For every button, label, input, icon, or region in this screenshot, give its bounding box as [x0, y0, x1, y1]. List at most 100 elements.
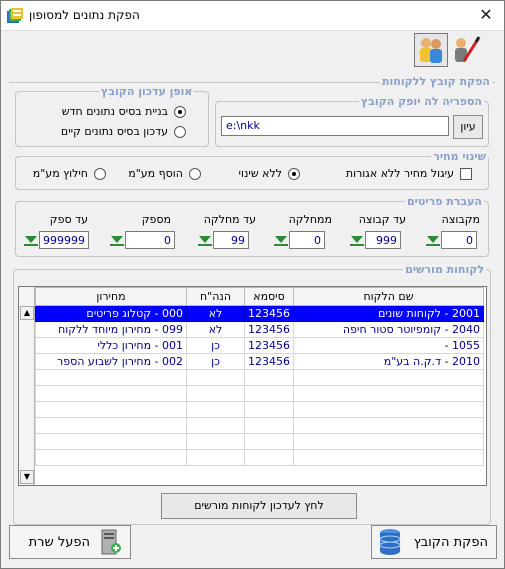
- database-icon: [379, 529, 401, 555]
- radio-no-change-indicator[interactable]: [288, 167, 300, 180]
- from-group-label: מקבוצה: [441, 213, 480, 226]
- browse-button[interactable]: עיון: [453, 115, 483, 139]
- title-bar: הפקת נתונים למסופון ✕: [1, 1, 504, 31]
- radio-extract-vat-label: חילוץ מע"מ: [32, 167, 88, 180]
- chevron-down-icon[interactable]: [109, 232, 125, 248]
- app-icon: [7, 8, 23, 23]
- radio-new-database-indicator[interactable]: [174, 105, 186, 118]
- chevron-down-icon[interactable]: [197, 232, 213, 248]
- to-department-field[interactable]: 99: [197, 231, 249, 249]
- folder-path-input[interactable]: e:\nkk: [221, 116, 449, 136]
- server-icon: [101, 529, 121, 555]
- table-row[interactable]: 001 - מחירון כללי כן 123456 1055 -: [35, 337, 484, 354]
- round-price-checkbox-box[interactable]: [460, 167, 472, 180]
- table-row-empty[interactable]: [35, 401, 484, 418]
- customers-grid: מחירון הנה"ח סיסמא שם הלקוח 000 - קטלוג …: [35, 287, 484, 466]
- to-supplier-value[interactable]: 999999: [39, 231, 89, 249]
- table-row[interactable]: 002 - מחירון לשבוע הספר כן 123456 2010 -…: [35, 353, 484, 370]
- column-header-accounting[interactable]: הנה"ח: [186, 287, 245, 306]
- column-header-customer-name[interactable]: שם הלקוח: [293, 287, 484, 306]
- window-title: הפקת נתונים למסופון: [29, 8, 140, 22]
- to-group-label: עד קבוצה: [358, 213, 406, 226]
- from-group-field[interactable]: 0: [425, 231, 477, 249]
- radio-extract-vat-indicator[interactable]: [94, 167, 106, 180]
- cell-accounting[interactable]: לא: [186, 305, 245, 322]
- table-row[interactable]: 000 - קטלוג פריטים לא 123456 2001 - לקוח…: [35, 305, 484, 322]
- radio-add-vat-indicator[interactable]: [189, 167, 201, 180]
- table-row-empty[interactable]: [35, 417, 484, 434]
- from-department-label: ממחלקה: [288, 213, 332, 226]
- table-row[interactable]: 099 - מחירון מיוחד ללקוח לא 123456 2040 …: [35, 321, 484, 338]
- from-supplier-label: מספק: [141, 213, 171, 226]
- to-group-value[interactable]: 999: [365, 231, 401, 249]
- from-supplier-field[interactable]: 0: [109, 231, 175, 249]
- cell-price-list[interactable]: 001 - מחירון כללי: [35, 337, 187, 354]
- export-file-label: הפקת הקובץ: [413, 534, 488, 550]
- cell-customer-name[interactable]: 2040 - קומפיוטר סטור חיפה: [293, 321, 484, 338]
- radio-extract-vat[interactable]: חילוץ מע"מ: [33, 167, 106, 180]
- cell-password[interactable]: 123456: [244, 305, 294, 322]
- radio-no-change-label: ללא שינוי: [238, 167, 282, 180]
- to-department-value[interactable]: 99: [213, 231, 249, 249]
- users-icon[interactable]: [414, 33, 448, 67]
- update-mode-group: [15, 91, 209, 147]
- radio-update-database[interactable]: עדכון בסיס נתונים קיים: [61, 125, 186, 138]
- radio-update-database-indicator[interactable]: [174, 125, 186, 138]
- cell-customer-name[interactable]: 2010 - ד.ק.ה בע"מ: [293, 353, 484, 370]
- cell-accounting[interactable]: לא: [186, 321, 245, 338]
- radio-new-database[interactable]: בניית בסיס נתונים חדש: [62, 105, 186, 118]
- table-row-empty[interactable]: [35, 449, 484, 466]
- chevron-down-icon[interactable]: [273, 232, 289, 248]
- main-window: הפקת נתונים למסופון ✕ הפקת קובץ ללקוחות …: [0, 0, 505, 569]
- round-price-label: עיגול מחיר ללא אגורות: [345, 167, 454, 180]
- edit-user-icon[interactable]: [450, 33, 484, 67]
- authorized-customers-legend: לקוחות מורשים: [403, 263, 486, 276]
- radio-new-database-label: בניית בסיס נתונים חדש: [61, 105, 168, 118]
- cell-password[interactable]: 123456: [244, 353, 294, 370]
- cell-customer-name[interactable]: 1055 -: [293, 337, 484, 354]
- cell-accounting[interactable]: כן: [186, 337, 245, 354]
- scroll-down-icon[interactable]: ▼: [20, 470, 34, 484]
- to-supplier-field[interactable]: 999999: [23, 231, 89, 249]
- radio-add-vat[interactable]: הוסף מע"מ: [128, 167, 201, 180]
- cell-accounting[interactable]: כן: [186, 353, 245, 370]
- to-supplier-label: עד ספק: [49, 213, 88, 226]
- run-server-label: הפעל שרת: [28, 534, 90, 550]
- to-group-field[interactable]: 999: [349, 231, 401, 249]
- table-row-empty[interactable]: [35, 433, 484, 450]
- cell-price-list[interactable]: 099 - מחירון מיוחד ללקוח: [35, 321, 187, 338]
- from-department-field[interactable]: 0: [273, 231, 325, 249]
- cell-password[interactable]: 123456: [244, 337, 294, 354]
- cell-password[interactable]: 123456: [244, 321, 294, 338]
- update-mode-legend: אופן עדכון הקובץ: [99, 85, 195, 98]
- row-indicator-column: ▲ ▼: [19, 287, 35, 485]
- radio-update-database-label: עדכון בסיס נתונים קיים: [60, 125, 168, 138]
- from-supplier-value[interactable]: 0: [125, 231, 175, 249]
- run-server-button[interactable]: הפעל שרת: [9, 525, 131, 559]
- radio-add-vat-label: הוסף מע"מ: [128, 167, 183, 180]
- chevron-down-icon[interactable]: [349, 232, 365, 248]
- cell-customer-name[interactable]: 2001 - לקוחות שונים: [293, 305, 484, 322]
- to-department-label: עד מחלקה: [203, 213, 256, 226]
- export-section-legend: הפקת קובץ ללקוחות: [380, 75, 492, 88]
- column-header-password[interactable]: סיסמא: [244, 287, 294, 306]
- chevron-down-icon[interactable]: [425, 232, 441, 248]
- table-row-empty[interactable]: [35, 369, 484, 386]
- from-group-value[interactable]: 0: [441, 231, 477, 249]
- customers-table: ▲ ▼ מחירון הנה"ח סיסמא שם הלקוח 000 - קט…: [18, 286, 487, 486]
- folder-legend: הספריה לה יופק הקובץ: [358, 95, 484, 108]
- table-row-empty[interactable]: [35, 385, 484, 402]
- items-transfer-legend: העברת פריטים: [404, 195, 484, 208]
- radio-no-change[interactable]: ללא שינוי: [239, 167, 300, 180]
- column-header-price-list[interactable]: מחירון: [35, 287, 187, 306]
- scroll-up-icon[interactable]: ▲: [20, 306, 34, 320]
- close-icon[interactable]: ✕: [476, 5, 496, 25]
- chevron-down-icon[interactable]: [23, 232, 39, 248]
- update-authorized-button[interactable]: לחץ לעדכון לקוחות מורשים: [161, 493, 357, 519]
- cell-price-list[interactable]: 000 - קטלוג פריטים: [35, 305, 187, 322]
- toolbar: [414, 33, 486, 69]
- export-file-button[interactable]: הפקת הקובץ: [371, 525, 497, 559]
- cell-price-list[interactable]: 002 - מחירון לשבוע הספר: [35, 353, 187, 370]
- round-price-checkbox[interactable]: עיגול מחיר ללא אגורות: [346, 167, 472, 180]
- from-department-value[interactable]: 0: [289, 231, 325, 249]
